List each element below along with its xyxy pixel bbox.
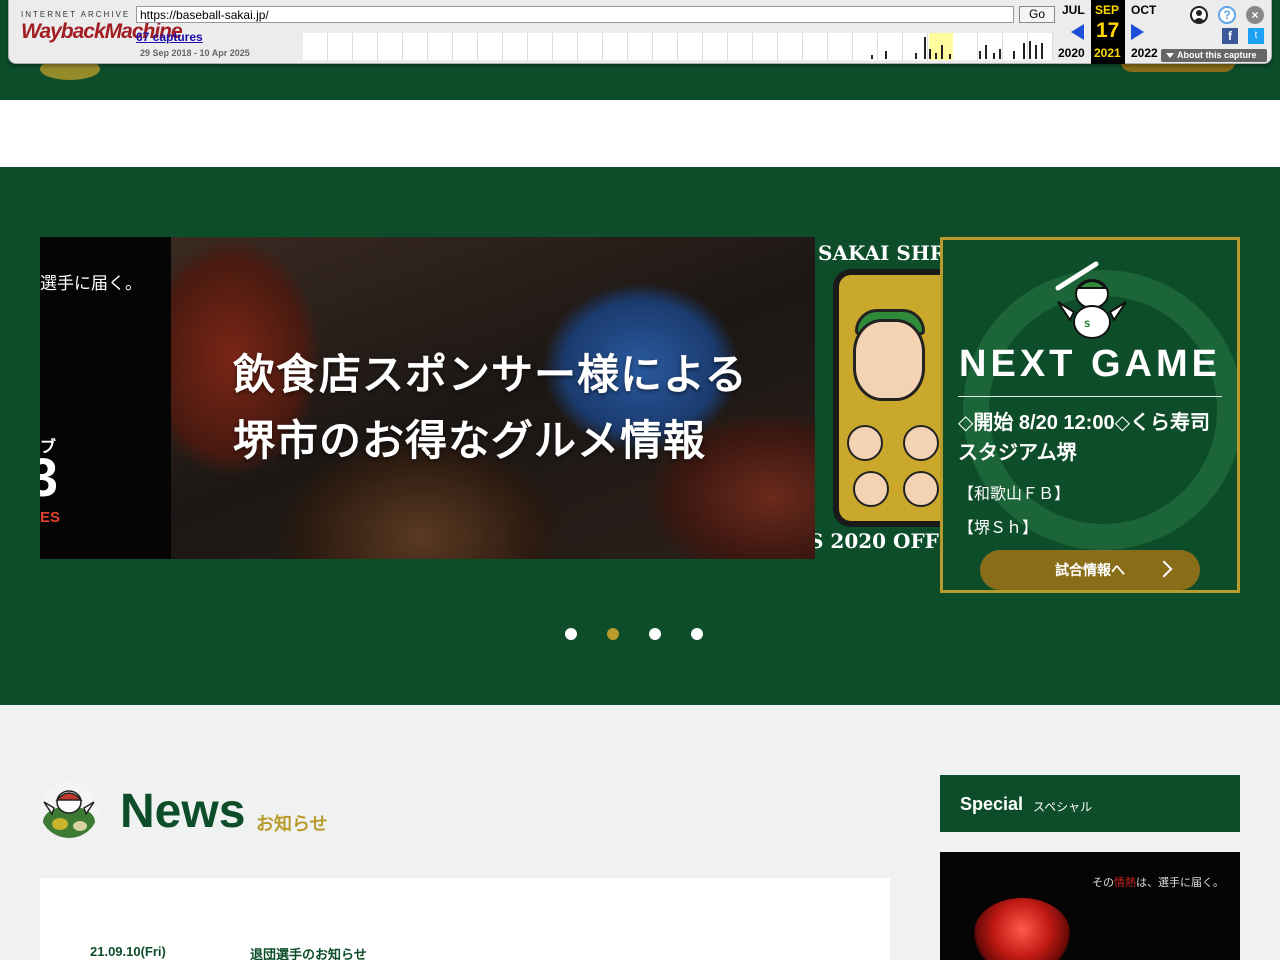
- slide-current[interactable]: 飲食店スポンサー様による 堺市のお得なグルメ情報: [171, 237, 815, 559]
- about-capture-button[interactable]: About this capture: [1161, 49, 1267, 62]
- next-game-title: NEXT GAME: [959, 343, 1221, 385]
- special-banner-text: その情熱は、選手に届く。: [1092, 876, 1224, 889]
- wayback-prev-month[interactable]: JUL: [1062, 3, 1085, 17]
- twitter-icon[interactable]: t: [1248, 28, 1264, 44]
- capture-bar: [979, 51, 981, 59]
- slide-next[interactable]: SAKAI SHRI S 2020 OFFI: [815, 237, 940, 559]
- news-date: 21.09.10(Fri): [90, 944, 166, 959]
- slide-next-bottom: S 2020 OFFI: [815, 529, 940, 553]
- slider-dot[interactable]: [691, 628, 703, 640]
- sticker-icon: [903, 471, 939, 507]
- game-info-button-label: 試合情報へ: [1055, 562, 1125, 578]
- mascot-batter-icon: S: [1055, 261, 1127, 339]
- user-icon[interactable]: [1190, 6, 1208, 24]
- capture-bar: [1023, 43, 1025, 59]
- capture-bar: [1035, 45, 1037, 59]
- wayback-url-input[interactable]: https://baseball-sakai.jp/: [136, 6, 1014, 23]
- slider-dot[interactable]: [565, 628, 577, 640]
- wayback-toolbar: INTERNET ARCHIVE WaybackMachine https://…: [8, 0, 1272, 64]
- slider-pagination: [565, 628, 703, 640]
- slide-previous[interactable]: 選手に届く。 ブ 3 ES: [40, 237, 171, 559]
- news-list: 21.09.10(Fri) 退団選手のお知らせ: [40, 878, 890, 960]
- next-game-team-home: 【堺Ｓｈ】: [958, 520, 1039, 537]
- news-link[interactable]: 退団選手のお知らせ: [250, 944, 367, 960]
- divider: [958, 396, 1222, 397]
- sticker-icon: [903, 425, 939, 461]
- game-info-button[interactable]: 試合情報へ: [980, 550, 1200, 590]
- wayback-captures-link[interactable]: 67 captures: [136, 30, 203, 44]
- capture-bar: [949, 54, 951, 59]
- capture-bar: [941, 45, 943, 59]
- chevron-right-icon: [1155, 560, 1173, 578]
- slide-previous-red: ES: [40, 509, 61, 526]
- phone-image: [833, 269, 940, 527]
- wayback-next-month[interactable]: OCT: [1131, 3, 1156, 17]
- news-heading: News: [120, 785, 246, 838]
- special-subheading: スペシャル: [1033, 800, 1093, 814]
- slide-previous-number: 3: [40, 448, 59, 508]
- hero-slider: 選手に届く。 ブ 3 ES 飲食店スポンサー様による 堺市のお得なグルメ情報 S…: [0, 167, 1280, 705]
- capture-bar: [1029, 41, 1031, 59]
- capture-bar: [993, 53, 995, 59]
- capture-bar: [935, 53, 937, 59]
- slide-current-line1: 飲食店スポンサー様による: [233, 351, 748, 398]
- slide-current-line2: 堺市のお得なグルメ情報: [233, 417, 707, 464]
- svg-text:S: S: [1084, 320, 1090, 330]
- capture-bar: [1041, 43, 1043, 59]
- next-game-info: ◇開始 8/20 12:00◇くら寿司スタジアム堺: [958, 412, 1210, 464]
- slider-dot[interactable]: [649, 628, 661, 640]
- capture-bar: [929, 49, 931, 59]
- news-mascot-icon: [40, 782, 98, 838]
- close-icon[interactable]: ×: [1246, 6, 1264, 24]
- news-subheading: お知らせ: [256, 814, 328, 834]
- next-capture-arrow-icon[interactable]: [1131, 24, 1144, 40]
- special-heading-box: Special スペシャル: [940, 775, 1240, 832]
- prev-capture-arrow-icon[interactable]: [1071, 24, 1084, 40]
- wayback-selected-day: 17: [1096, 19, 1120, 42]
- capture-bar: [915, 53, 917, 59]
- capture-bar: [1013, 51, 1015, 59]
- wayback-date-range: 29 Sep 2018 - 10 Apr 2025: [140, 48, 250, 58]
- capture-bar: [999, 49, 1001, 59]
- wayback-selected-year: 2021: [1094, 46, 1121, 60]
- mascot-face-icon: [853, 319, 925, 401]
- wayback-logo-caption: INTERNET ARCHIVE: [21, 10, 131, 19]
- slide-next-title: SAKAI SHRI: [818, 241, 940, 265]
- slide-previous-text: 選手に届く。: [40, 274, 142, 294]
- wayback-go-button[interactable]: Go: [1019, 6, 1055, 23]
- special-banner[interactable]: その情熱は、選手に届く。: [940, 852, 1240, 960]
- special-heading: Special: [960, 794, 1024, 814]
- next-game-card: S NEXT GAME ◇開始 8/20 12:00◇くら寿司スタジアム堺 【和…: [940, 237, 1240, 593]
- capture-bar: [924, 37, 926, 59]
- wayback-next-year[interactable]: 2022: [1131, 46, 1158, 60]
- facebook-icon[interactable]: f: [1222, 28, 1238, 44]
- slider-dot[interactable]: [607, 628, 619, 640]
- sticker-icon: [853, 471, 889, 507]
- sticker-screen: [839, 275, 940, 521]
- wayback-prev-year[interactable]: 2020: [1058, 46, 1085, 60]
- rose-image: [974, 898, 1070, 960]
- capture-bar: [871, 55, 873, 59]
- capture-bar: [985, 45, 987, 59]
- subheader-band: [0, 100, 1280, 167]
- capture-bar: [885, 51, 887, 59]
- sticker-icon: [847, 425, 883, 461]
- next-game-team-away: 【和歌山ＦＢ】: [958, 486, 1071, 503]
- wayback-selected-month: SEP: [1095, 3, 1120, 17]
- help-icon[interactable]: ?: [1218, 6, 1236, 24]
